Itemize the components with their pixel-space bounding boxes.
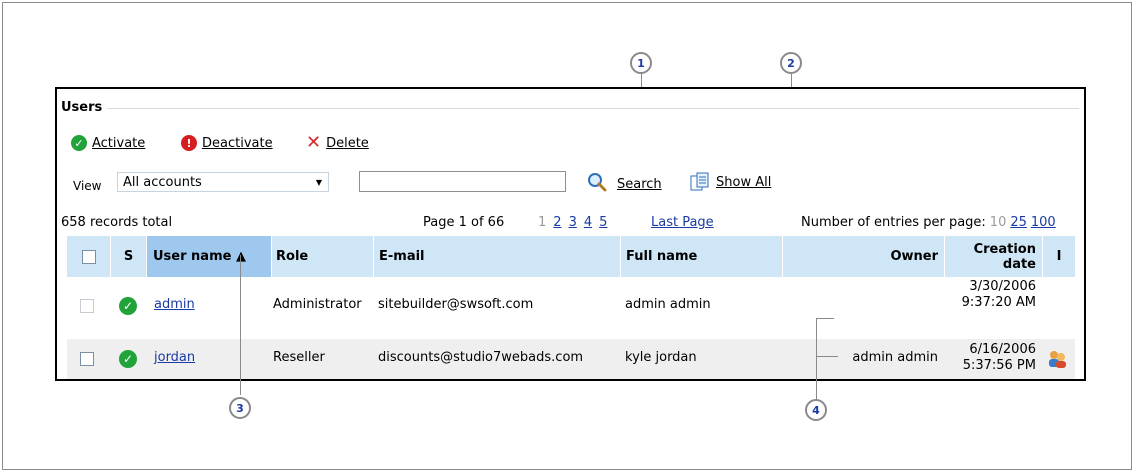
email-cell: sitebuilder@swsoft.com bbox=[378, 297, 534, 312]
table-header: S User name ▲ Role E-mail Full name Owne… bbox=[67, 236, 1075, 277]
table-row: ✓ admin Administrator sitebuilder@swsoft… bbox=[67, 277, 1075, 336]
users-group-icon[interactable] bbox=[1046, 348, 1068, 370]
callout-4: 4 bbox=[805, 399, 827, 421]
row-checkbox[interactable] bbox=[80, 299, 94, 313]
page-link[interactable]: 2 bbox=[553, 215, 561, 230]
panel-title: Users bbox=[61, 100, 103, 115]
activate-label: Activate bbox=[92, 135, 146, 151]
view-label: View bbox=[73, 179, 102, 193]
last-page-link[interactable]: Last Page bbox=[651, 215, 714, 230]
page-info: Page 1 of 66 bbox=[423, 215, 505, 230]
row-checkbox[interactable] bbox=[80, 352, 94, 366]
per-page-option[interactable]: 25 bbox=[1010, 215, 1027, 230]
search-link[interactable]: Search bbox=[617, 177, 662, 192]
dropdown-arrow-icon[interactable]: ▼ bbox=[312, 175, 326, 189]
col-icon[interactable]: I bbox=[1042, 236, 1075, 277]
active-check-icon: ✓ bbox=[119, 350, 137, 368]
owner-cell: admin admin bbox=[852, 350, 938, 365]
activate-button[interactable]: ✓ Activate bbox=[71, 135, 145, 151]
records-total: 658 records total bbox=[61, 215, 173, 230]
select-all-checkbox[interactable] bbox=[81, 249, 96, 264]
per-page-label: Number of entries per page: bbox=[801, 215, 986, 230]
delete-button[interactable]: ✕ Delete bbox=[306, 132, 369, 153]
callout-4-branch-bottom bbox=[816, 356, 838, 357]
show-all-link[interactable]: Show All bbox=[716, 175, 771, 190]
col-owner[interactable]: Owner bbox=[782, 236, 944, 277]
status-cell: ✓ bbox=[119, 350, 137, 368]
search-input[interactable] bbox=[359, 171, 566, 192]
table-row: ✓ jordan Reseller discounts@studio7webad… bbox=[67, 339, 1075, 379]
page-link-current: 1 bbox=[538, 215, 547, 230]
delete-x-icon: ✕ bbox=[306, 132, 322, 153]
status-cell: ✓ bbox=[119, 297, 137, 315]
active-check-icon: ✓ bbox=[119, 297, 137, 315]
exclamation-icon: ! bbox=[181, 135, 197, 151]
per-page-selector: Number of entries per page: 10 25 100 bbox=[801, 215, 1056, 230]
fullname-cell: admin admin bbox=[625, 297, 711, 312]
email-cell: discounts@studio7webads.com bbox=[378, 350, 584, 365]
fullname-cell: kyle jordan bbox=[625, 350, 697, 365]
magnifier-icon[interactable] bbox=[587, 172, 607, 192]
callout-3-line bbox=[240, 255, 241, 395]
page-link[interactable]: 5 bbox=[599, 215, 607, 230]
callout-1: 1 bbox=[630, 52, 652, 74]
username-link[interactable]: jordan bbox=[154, 350, 195, 365]
callout-4-line bbox=[816, 318, 817, 400]
username-link[interactable]: admin bbox=[154, 297, 195, 312]
select-all-cell bbox=[67, 236, 110, 277]
page-link[interactable]: 3 bbox=[569, 215, 577, 230]
view-select-value: All accounts bbox=[123, 174, 202, 190]
view-select[interactable]: All accounts ▼ bbox=[117, 172, 329, 192]
col-role[interactable]: Role bbox=[271, 236, 373, 277]
col-username[interactable]: User name ▲ bbox=[146, 236, 271, 277]
page-links: 1 2 3 4 5 bbox=[538, 215, 607, 230]
documents-icon[interactable] bbox=[689, 172, 711, 192]
deactivate-label: Deactivate bbox=[202, 135, 273, 151]
row-checkbox-cell bbox=[80, 299, 94, 313]
col-status[interactable]: S bbox=[110, 236, 146, 277]
per-page-current: 10 bbox=[989, 215, 1007, 230]
role-cell: Administrator bbox=[273, 297, 362, 312]
col-email[interactable]: E-mail bbox=[373, 236, 620, 277]
col-fullname[interactable]: Full name bbox=[620, 236, 782, 277]
deactivate-button[interactable]: ! Deactivate bbox=[181, 135, 273, 151]
creation-date-cell: 3/30/2006 9:37:20 AM bbox=[961, 279, 1036, 310]
page-link[interactable]: 4 bbox=[584, 215, 592, 230]
role-cell: Reseller bbox=[273, 350, 325, 365]
check-icon: ✓ bbox=[71, 135, 87, 151]
title-divider bbox=[107, 108, 1079, 109]
users-panel: Users ✓ Activate ! Deactivate ✕ Delete V… bbox=[55, 87, 1086, 381]
per-page-option[interactable]: 100 bbox=[1031, 215, 1056, 230]
callout-3: 3 bbox=[229, 397, 251, 419]
row-checkbox-cell bbox=[80, 352, 94, 366]
callout-4-branch-top bbox=[816, 318, 834, 319]
col-creation-date[interactable]: Creation date bbox=[944, 236, 1042, 277]
creation-date-cell: 6/16/2006 5:37:56 PM bbox=[962, 342, 1036, 373]
callout-2: 2 bbox=[780, 52, 802, 74]
delete-label: Delete bbox=[326, 135, 369, 151]
